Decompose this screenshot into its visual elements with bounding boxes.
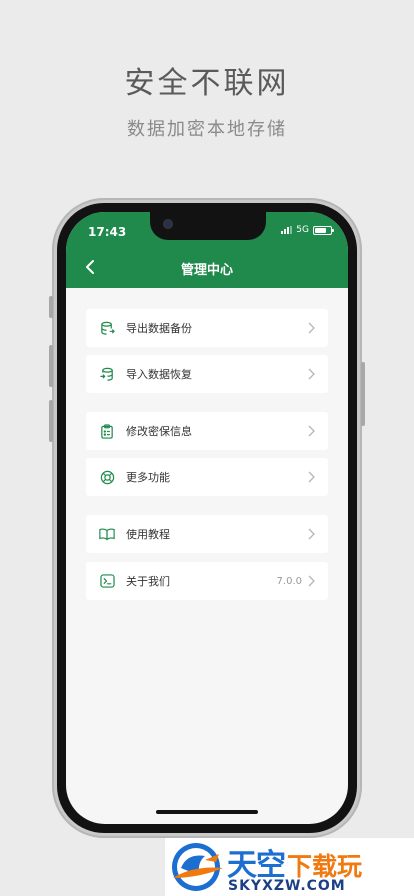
menu-item-label: 导出数据备份 bbox=[126, 322, 192, 335]
clipboard-icon bbox=[99, 423, 115, 439]
phone-power-button bbox=[361, 362, 365, 426]
book-icon bbox=[99, 526, 115, 542]
chevron-right-icon bbox=[308, 322, 318, 334]
database-import-icon bbox=[99, 366, 115, 382]
status-indicators: 5G bbox=[281, 225, 334, 235]
phone-volume-up bbox=[49, 345, 53, 387]
menu-item-tutorial[interactable]: 使用教程 bbox=[86, 515, 328, 553]
globe-logo-icon bbox=[172, 843, 223, 891]
menu-item-label: 使用教程 bbox=[126, 528, 170, 541]
home-indicator bbox=[156, 810, 258, 814]
watermark-logo: 天空 下载玩 SKYXZW.COM bbox=[165, 838, 414, 896]
chevron-right-icon bbox=[308, 368, 318, 380]
menu-item-label: 更多功能 bbox=[126, 471, 170, 484]
menu-item-more-features[interactable]: 更多功能 bbox=[86, 458, 328, 496]
chevron-right-icon bbox=[308, 528, 318, 540]
menu-item-import-restore[interactable]: 导入数据恢复 bbox=[86, 355, 328, 393]
page-title: 管理中心 bbox=[180, 263, 233, 278]
lifebuoy-icon bbox=[99, 469, 115, 485]
app-version: 7.0.0 bbox=[276, 575, 302, 587]
chevron-right-icon bbox=[308, 575, 318, 587]
promo-headline: 安全不联网 bbox=[124, 66, 290, 101]
chevron-right-icon bbox=[308, 425, 318, 437]
phone-silent-switch bbox=[49, 296, 53, 318]
menu-item-about-us[interactable]: 关于我们 7.0.0 bbox=[86, 562, 328, 600]
menu-item-label: 修改密保信息 bbox=[126, 425, 192, 438]
phone-screen: 17:43 5G 管理中心 导出数据备份 导入数据恢复 修改密保信息 更多功能 … bbox=[66, 212, 348, 824]
status-time: 17:43 bbox=[88, 225, 127, 239]
network-label: 5G bbox=[296, 225, 309, 235]
menu-item-security-info[interactable]: 修改密保信息 bbox=[86, 412, 328, 450]
database-export-icon bbox=[99, 320, 115, 336]
battery-icon bbox=[313, 225, 334, 235]
phone-volume-down bbox=[49, 400, 53, 442]
watermark-english: SKYXZW.COM bbox=[228, 878, 346, 894]
chevron-right-icon bbox=[308, 471, 318, 483]
menu-item-export-backup[interactable]: 导出数据备份 bbox=[86, 309, 328, 347]
camera-icon bbox=[164, 220, 172, 228]
signal-icon bbox=[281, 226, 293, 234]
menu-item-label: 导入数据恢复 bbox=[126, 368, 192, 381]
promo-subline: 数据加密本地存储 bbox=[127, 119, 287, 140]
menu-item-label: 关于我们 bbox=[126, 575, 170, 588]
terminal-icon bbox=[99, 573, 115, 589]
